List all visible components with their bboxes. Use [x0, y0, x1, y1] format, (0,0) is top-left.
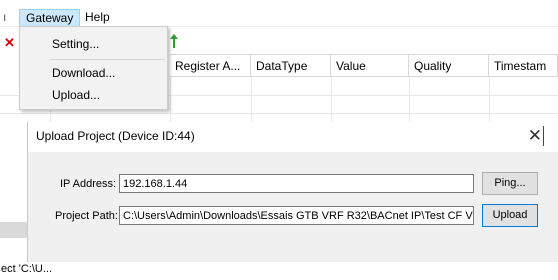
- grid-col-line: [489, 77, 490, 122]
- grid-col-line: [170, 77, 171, 122]
- grid-col-line: [409, 77, 410, 122]
- ping-button[interactable]: Ping...: [482, 172, 538, 195]
- menu-item-upload[interactable]: Upload...: [52, 85, 100, 105]
- grid-col-line: [331, 77, 332, 122]
- project-path-input[interactable]: C:\Users\Admin\Downloads\Essais GTB VRF …: [119, 206, 474, 225]
- upload-project-dialog: Upload Project (Device ID:44) ✕ IP Addre…: [27, 122, 558, 262]
- menu-help[interactable]: Help: [79, 9, 116, 26]
- grid-row-line: [0, 113, 558, 114]
- green-arrow-icon[interactable]: [170, 34, 178, 48]
- menu-separator: [50, 59, 165, 60]
- column-header-datatype[interactable]: DataType: [251, 54, 331, 77]
- dialog-titlebar: Upload Project (Device ID:44) ✕: [27, 122, 558, 152]
- ip-address-input[interactable]: 192.168.1.44: [119, 174, 474, 193]
- menu-item-setting[interactable]: Setting...: [52, 34, 99, 54]
- background-panel: [0, 222, 27, 238]
- grid-col-line: [251, 77, 252, 122]
- delete-icon[interactable]: ✕: [4, 35, 15, 51]
- column-header-register[interactable]: Register A...: [170, 54, 251, 77]
- ip-address-label: IP Address:: [60, 178, 117, 190]
- upload-button[interactable]: Upload: [482, 204, 538, 227]
- window-edge: [543, 126, 544, 146]
- menu-gateway[interactable]: Gateway: [19, 9, 81, 27]
- menu-edge-fragment: ı: [3, 10, 7, 24]
- gateway-dropdown-menu: Setting... Download... Upload...: [19, 26, 168, 110]
- column-header-quality[interactable]: Quality: [409, 54, 489, 77]
- column-header-timestamp[interactable]: Timestam: [489, 54, 558, 77]
- status-text: ect 'C:\U...: [1, 263, 52, 275]
- dialog-title: Upload Project (Device ID:44): [36, 129, 195, 143]
- project-path-label: Project Path:: [55, 210, 118, 222]
- menu-item-download[interactable]: Download...: [52, 63, 115, 83]
- column-header-value[interactable]: Value: [331, 54, 409, 77]
- close-icon[interactable]: ✕: [528, 126, 542, 146]
